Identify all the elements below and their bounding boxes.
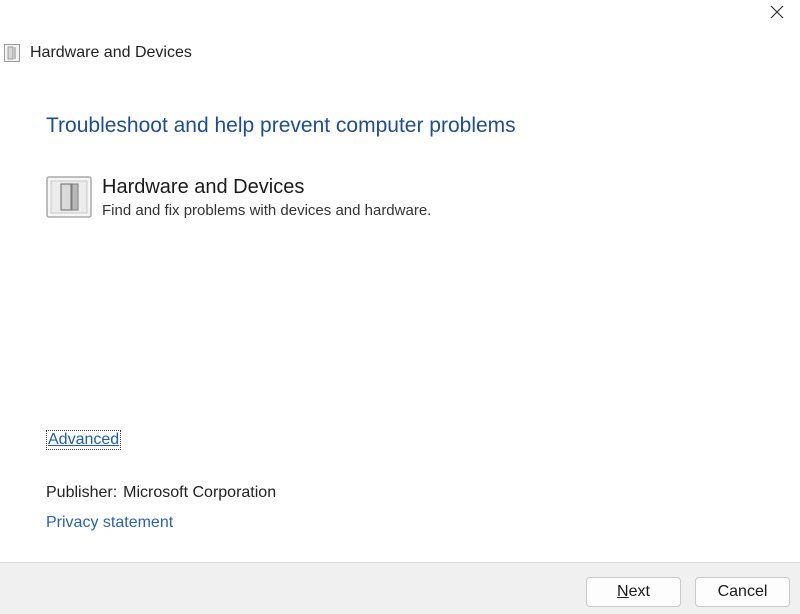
next-button-mnemonic: N (617, 583, 629, 600)
device-icon (4, 44, 20, 62)
close-button[interactable] (754, 0, 800, 24)
title-bar: Hardware and Devices (0, 40, 192, 66)
troubleshooter-description: Find and fix problems with devices and h… (102, 202, 432, 219)
close-icon (770, 5, 784, 19)
troubleshooter-item[interactable]: Hardware and Devices Find and fix proble… (46, 174, 431, 222)
advanced-link[interactable]: Advanced (46, 430, 122, 450)
footer-bar: Next Cancel (0, 562, 800, 614)
troubleshooter-text: Hardware and Devices Find and fix proble… (102, 174, 431, 222)
page-heading: Troubleshoot and help prevent computer p… (46, 114, 516, 137)
device-icon (46, 176, 92, 218)
publisher-label: Publisher: (46, 484, 118, 501)
troubleshooter-window: Hardware and Devices Troubleshoot and he… (0, 0, 800, 614)
cancel-button[interactable]: Cancel (695, 577, 790, 607)
next-button-label: ext (628, 583, 650, 600)
publisher-value: Microsoft Corporation (123, 484, 277, 501)
troubleshooter-title: Hardware and Devices (102, 176, 305, 198)
privacy-statement-link[interactable]: Privacy statement (46, 514, 173, 532)
publisher-info: Publisher: Microsoft Corporation (46, 484, 276, 502)
next-button[interactable]: Next (586, 577, 681, 607)
window-title: Hardware and Devices (30, 44, 192, 61)
